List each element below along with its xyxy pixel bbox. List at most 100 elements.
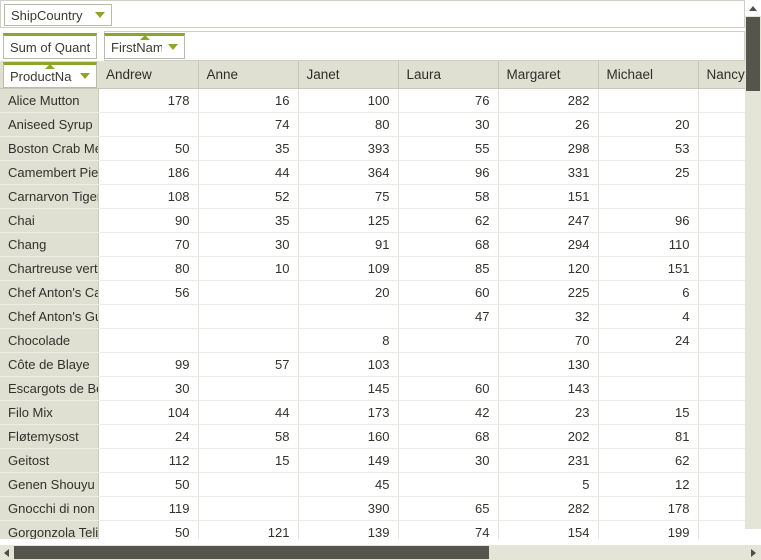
row-header-cell[interactable]: Escargots de Bo [0, 376, 99, 401]
value-cell[interactable]: 56 [98, 280, 199, 305]
value-cell[interactable]: 6 [698, 280, 745, 305]
value-cell[interactable]: 70 [98, 232, 199, 257]
row-field-productname[interactable]: ProductNa [3, 62, 97, 88]
column-header-michael[interactable]: Michael [598, 61, 699, 89]
value-cell[interactable]: 74 [198, 112, 299, 137]
value-cell[interactable]: 4 [698, 448, 745, 473]
value-cell[interactable]: 68 [398, 232, 499, 257]
value-cell[interactable]: 5 [698, 400, 745, 425]
value-cell[interactable] [298, 304, 399, 329]
value-cell[interactable]: 12 [698, 256, 745, 281]
arrow-right-icon[interactable] [747, 545, 761, 560]
row-header-cell[interactable]: Aniseed Syrup [0, 112, 99, 137]
value-cell[interactable]: 12 [598, 472, 699, 497]
value-cell[interactable] [598, 184, 699, 209]
value-cell[interactable]: 74 [398, 520, 499, 539]
value-cell[interactable]: 9 [698, 136, 745, 161]
value-cell[interactable]: 104 [98, 400, 199, 425]
value-cell[interactable]: 99 [98, 352, 199, 377]
value-cell[interactable]: 90 [98, 208, 199, 233]
value-cell[interactable]: 44 [198, 160, 299, 185]
value-cell[interactable]: 30 [98, 376, 199, 401]
column-header-anne[interactable]: Anne [198, 61, 299, 89]
value-cell[interactable]: 65 [398, 496, 499, 521]
value-cell[interactable]: 109 [298, 256, 399, 281]
column-header-janet[interactable]: Janet [298, 61, 399, 89]
row-header-cell[interactable]: Chartreuse vert [0, 256, 99, 281]
row-header-cell[interactable]: Gnocchi di non [0, 496, 99, 521]
row-header-cell[interactable]: Geitost [0, 448, 99, 473]
value-cell[interactable] [98, 304, 199, 329]
row-header-cell[interactable]: Fløtemysost [0, 424, 99, 449]
value-cell[interactable]: 6 [698, 376, 745, 401]
value-cell[interactable]: 58 [398, 184, 499, 209]
value-cell[interactable]: 30 [198, 232, 299, 257]
column-drop-zone[interactable] [104, 31, 745, 61]
arrow-up-icon[interactable] [745, 0, 761, 16]
value-cell[interactable] [198, 496, 299, 521]
value-cell[interactable]: 34 [698, 520, 745, 539]
row-header-cell[interactable]: Carnarvon Tiger [0, 184, 99, 209]
pivot-grid-viewport[interactable]: Andrew Anne Janet Laura Margaret Michael Nancy… [0, 61, 745, 539]
value-cell[interactable]: 16 [198, 88, 299, 113]
value-cell[interactable]: 13 [698, 496, 745, 521]
value-cell[interactable]: 364 [298, 160, 399, 185]
value-cell[interactable] [198, 328, 299, 353]
value-cell[interactable] [398, 328, 499, 353]
value-cell[interactable]: 24 [598, 328, 699, 353]
value-cell[interactable]: 76 [398, 88, 499, 113]
value-cell[interactable]: 57 [198, 352, 299, 377]
value-cell[interactable]: 25 [598, 160, 699, 185]
value-cell[interactable]: 121 [198, 520, 299, 539]
value-cell[interactable] [598, 88, 699, 113]
value-cell[interactable]: 119 [98, 496, 199, 521]
row-header-cell[interactable]: Chef Anton's Gu [0, 304, 99, 329]
value-cell[interactable]: 35 [198, 136, 299, 161]
value-cell[interactable]: 112 [98, 448, 199, 473]
value-cell[interactable]: 108 [98, 184, 199, 209]
value-cell[interactable]: 85 [398, 256, 499, 281]
value-cell[interactable]: 4 [598, 304, 699, 329]
arrow-left-icon[interactable] [0, 545, 14, 560]
value-field-sum-of-quantity[interactable]: Sum of Quanti [3, 33, 97, 59]
column-header-laura[interactable]: Laura [398, 61, 499, 89]
value-cell[interactable]: 247 [498, 208, 599, 233]
horizontal-scrollbar[interactable] [0, 545, 761, 560]
value-cell[interactable]: 44 [198, 400, 299, 425]
value-cell[interactable]: 178 [98, 88, 199, 113]
value-cell[interactable]: 42 [398, 400, 499, 425]
value-cell[interactable]: 45 [298, 472, 399, 497]
value-cell[interactable]: 60 [398, 376, 499, 401]
value-cell[interactable]: 96 [598, 208, 699, 233]
row-header-cell[interactable]: Gorgonzola Teli [0, 520, 99, 539]
row-header-cell[interactable]: Chai [0, 208, 99, 233]
value-cell[interactable]: 178 [598, 496, 699, 521]
row-header-cell[interactable]: Boston Crab Me [0, 136, 99, 161]
value-cell[interactable]: 35 [198, 208, 299, 233]
value-cell[interactable]: 5 [498, 472, 599, 497]
value-cell[interactable]: 26 [498, 112, 599, 137]
value-cell[interactable] [598, 352, 699, 377]
value-cell[interactable]: 50 [98, 472, 199, 497]
value-cell[interactable]: 50 [98, 520, 199, 539]
value-cell[interactable]: 20 [298, 280, 399, 305]
value-cell[interactable] [398, 472, 499, 497]
value-cell[interactable]: 151 [598, 256, 699, 281]
value-cell[interactable]: 23 [498, 400, 599, 425]
row-header-cell[interactable]: Camembert Pier [0, 160, 99, 185]
value-cell[interactable]: 143 [498, 376, 599, 401]
value-cell[interactable]: 393 [298, 136, 399, 161]
value-cell[interactable]: 199 [598, 520, 699, 539]
value-cell[interactable]: 120 [498, 256, 599, 281]
value-cell[interactable]: 58 [198, 424, 299, 449]
value-cell[interactable]: 6 [598, 280, 699, 305]
filter-funnel-icon[interactable] [95, 10, 105, 20]
value-cell[interactable]: 28 [698, 160, 745, 185]
value-cell[interactable]: 154 [498, 520, 599, 539]
value-cell[interactable]: 8 [698, 184, 745, 209]
value-cell[interactable]: 125 [298, 208, 399, 233]
value-cell[interactable]: 149 [298, 448, 399, 473]
row-header-cell[interactable]: Genen Shouyu [0, 472, 99, 497]
filter-funnel-icon[interactable] [80, 71, 90, 81]
value-cell[interactable]: 30 [698, 424, 745, 449]
